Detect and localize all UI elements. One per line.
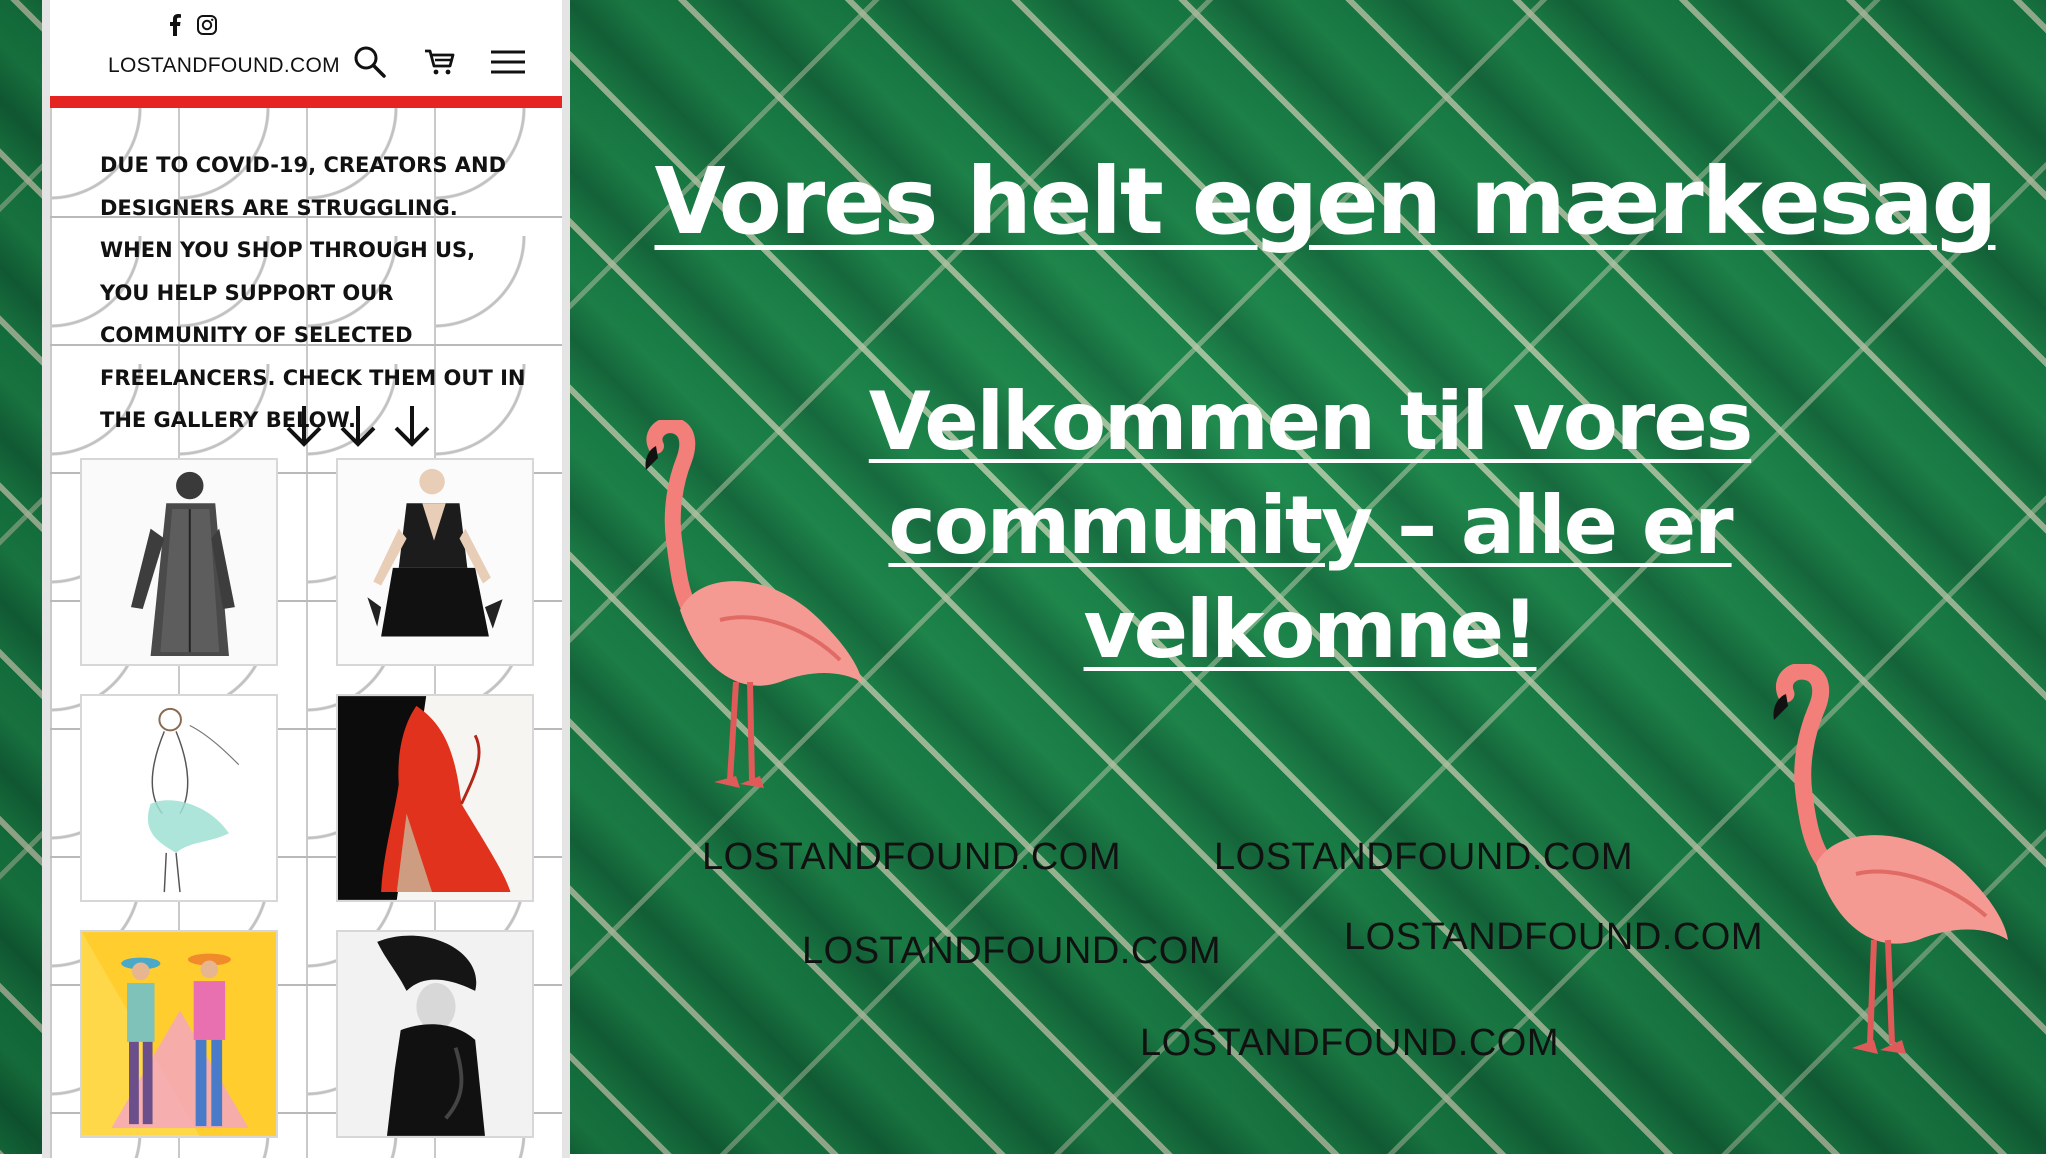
search-icon[interactable] [352, 44, 388, 80]
brand-logo-text[interactable]: LOSTANDFOUND.COM [108, 54, 340, 78]
instagram-icon[interactable] [196, 14, 218, 36]
watermark-text: LOSTANDFOUND.COM [1214, 836, 1633, 878]
social-links [164, 14, 218, 36]
facebook-icon[interactable] [164, 14, 186, 36]
gallery-item-bw-fashion-photo[interactable] [336, 930, 534, 1138]
gallery-item-black-dress-sketch[interactable] [336, 458, 534, 666]
gallery-item-mint-dress-sketch[interactable] [80, 694, 278, 902]
site-header: LOSTANDFOUND.COM [50, 0, 562, 108]
hamburger-menu-icon[interactable] [490, 44, 526, 80]
flamingo-illustration [1766, 662, 2016, 1064]
gallery-item-coat-sketch[interactable] [80, 458, 278, 666]
gallery-item-colorful-duo-sketch[interactable] [80, 930, 278, 1138]
arrow-down-icon [392, 404, 432, 448]
watermark-text: LOSTANDFOUND.COM [802, 930, 1221, 972]
arrow-down-icon [338, 404, 378, 448]
watermark-text: LOSTANDFOUND.COM [702, 836, 1121, 878]
gallery-item-red-coat-sketch[interactable] [336, 694, 534, 902]
watermark-text: LOSTANDFOUND.COM [1344, 916, 1763, 958]
covid-support-message: DUE TO COVID-19, CREATORS AND DESIGNERS … [100, 153, 526, 432]
arrow-down-icon [284, 404, 324, 448]
mobile-site-preview: LOSTANDFOUND.COM DUE TO COVID-19, CREATO… [42, 0, 570, 1158]
watermark-text: LOSTANDFOUND.COM [1140, 1022, 1559, 1064]
header-accent-bar [50, 96, 562, 108]
flamingo-illustration [640, 417, 870, 796]
hero-subtitle: Velkommen til vores community – alle er … [868, 375, 1753, 676]
cart-icon[interactable] [422, 44, 458, 80]
gallery-arrows [284, 404, 432, 448]
hero-title: Vores helt egen mærkesag [654, 148, 1998, 255]
